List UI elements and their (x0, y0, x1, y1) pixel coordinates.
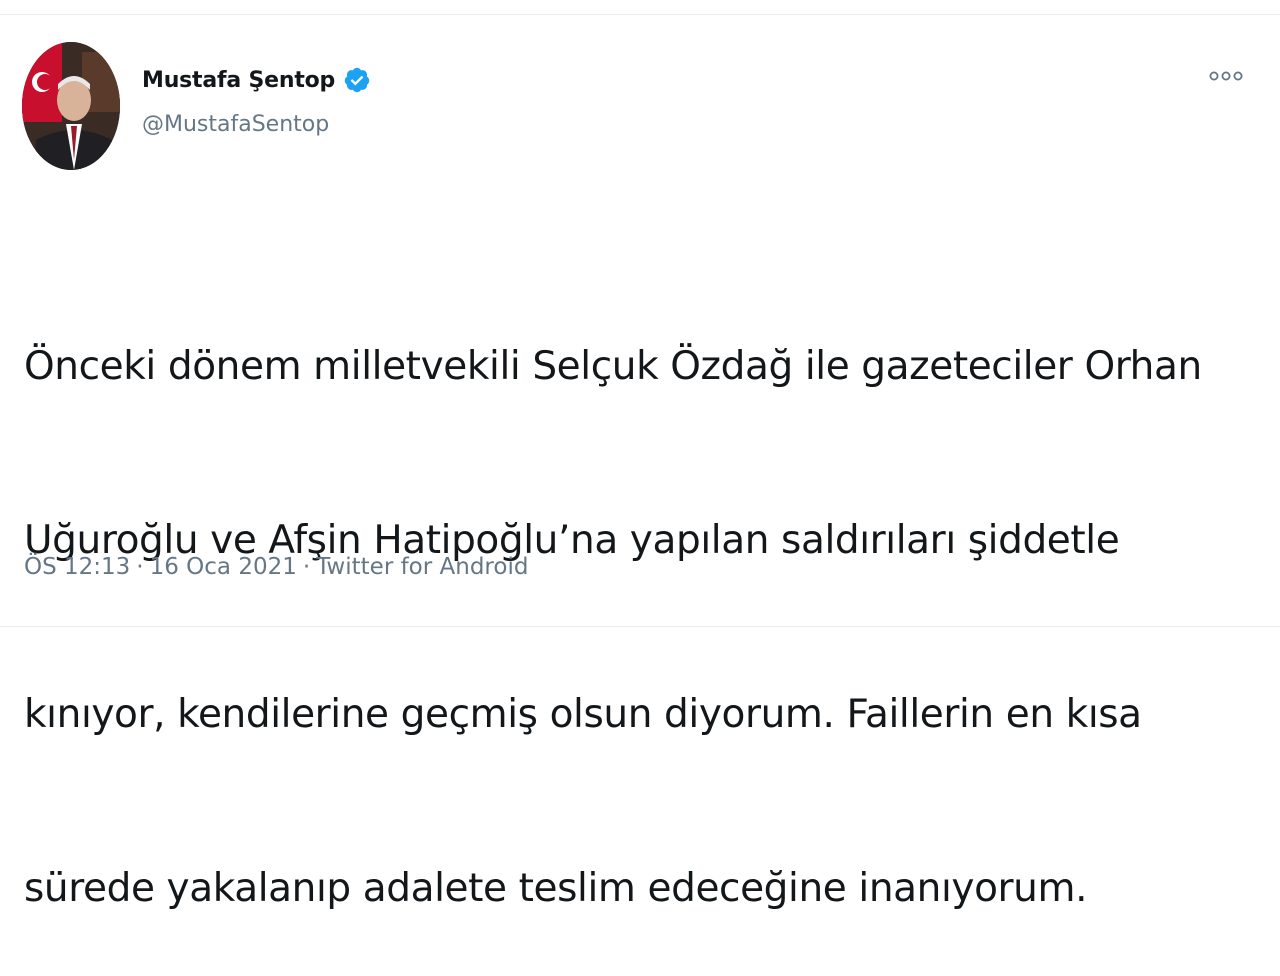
avatar[interactable] (22, 42, 120, 170)
author-name-row: Mustafa Şentop (142, 62, 371, 98)
more-options-icon[interactable] (1208, 66, 1244, 86)
meta-separator: · (302, 554, 311, 580)
meta-separator: · (136, 554, 144, 580)
top-divider (0, 14, 1280, 15)
tweet-line: kınıyor, kendilerine geçmiş olsun diyoru… (24, 692, 1142, 737)
tweet-source[interactable]: Twitter for Android (316, 554, 528, 580)
tweet-line: sürede yakalanıp adalete teslim edeceğin… (24, 866, 1088, 911)
bottom-divider (0, 626, 1280, 627)
author-handle[interactable]: @MustafaSentop (142, 112, 329, 137)
avatar-image (22, 42, 120, 170)
author-display-name[interactable]: Mustafa Şentop (142, 68, 335, 93)
tweet-line: Önceki dönem milletvekili Selçuk Özdağ i… (24, 344, 1202, 389)
tweet-text: Önceki dönem milletvekili Selçuk Özdağ i… (24, 222, 1254, 976)
tweet-time[interactable]: ÖS 12:13 (24, 554, 130, 580)
tweet-metadata: ÖS 12:13 · 16 Oca 2021 · Twitter for Android (24, 554, 528, 580)
verified-badge-icon (344, 67, 370, 93)
tweet-date[interactable]: 16 Oca 2021 (150, 554, 297, 580)
